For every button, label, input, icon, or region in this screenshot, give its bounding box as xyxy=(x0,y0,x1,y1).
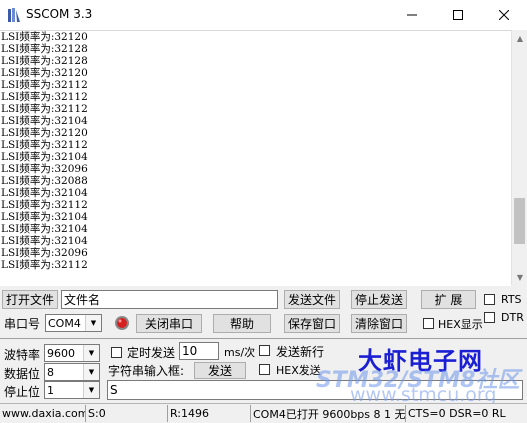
log-line: LSI频率为:32104 xyxy=(1,235,88,247)
log-line: LSI频率为:32112 xyxy=(1,259,88,271)
stop-bits-label: 停止位 xyxy=(4,384,41,399)
open-file-button[interactable]: 打开文件 xyxy=(2,290,58,309)
log-line: LSI频率为:32104 xyxy=(1,151,88,163)
minimize-icon xyxy=(407,14,417,16)
timed-send-checkbox[interactable] xyxy=(111,347,122,358)
status-modem-lines: CTS=0 DSR=0 RL xyxy=(405,405,527,422)
log-line: LSI频率为:32112 xyxy=(1,139,88,151)
port-status-led-icon xyxy=(115,316,129,330)
send-button[interactable]: 发送 xyxy=(194,362,246,379)
baud-rate-value: 9600 xyxy=(47,346,75,360)
baud-rate-label: 波特率 xyxy=(4,347,41,362)
sscom-app-icon xyxy=(8,8,20,22)
close-icon xyxy=(499,10,509,20)
clear-window-button[interactable]: 清除窗口 xyxy=(351,314,407,333)
log-line: LSI频率为:32088 xyxy=(1,175,88,187)
hex-display-label: HEX显示 xyxy=(438,318,483,331)
data-bits-value: 8 xyxy=(47,365,54,379)
maximize-button[interactable] xyxy=(435,0,481,30)
chevron-down-icon[interactable]: ▼ xyxy=(83,382,99,398)
sscom-window: SSCOM 3.3 LSI频率为:32120 LSI频率为:32128 LSI频率为… xyxy=(0,0,527,423)
maximize-icon xyxy=(453,10,463,20)
log-line: LSI频率为:32104 xyxy=(1,223,88,235)
scroll-up-icon[interactable]: ▲ xyxy=(512,30,527,46)
window-title: SSCOM 3.3 xyxy=(26,7,93,21)
log-line: LSI频率为:32112 xyxy=(1,199,88,211)
scroll-down-icon[interactable]: ▼ xyxy=(512,269,527,285)
log-line: LSI频率为:32104 xyxy=(1,187,88,199)
send-newline-checkbox[interactable] xyxy=(259,345,270,356)
title-bar[interactable]: SSCOM 3.3 xyxy=(0,0,527,30)
rts-label: RTS xyxy=(501,292,522,306)
close-button[interactable] xyxy=(481,0,527,30)
help-button[interactable]: 帮助 xyxy=(213,314,271,333)
data-bits-select[interactable]: 8 ▼ xyxy=(44,363,100,381)
stop-bits-select[interactable]: 1 ▼ xyxy=(44,381,100,399)
send-newline-label: 发送新行 xyxy=(276,344,325,359)
hex-display-checkbox[interactable] xyxy=(423,318,434,329)
stop-bits-value: 1 xyxy=(47,383,54,397)
rts-checkbox[interactable] xyxy=(484,294,495,305)
status-sent-count: S:0 xyxy=(85,405,167,422)
hex-send-label: HEX发送 xyxy=(276,364,321,377)
log-line: LSI频率为:32096 xyxy=(1,163,88,175)
baud-rate-select[interactable]: 9600 ▼ xyxy=(44,344,100,362)
timed-send-label: 定时发送 xyxy=(127,345,176,360)
close-port-button[interactable]: 关闭串口 xyxy=(136,314,202,333)
log-line: LSI频率为:32112 xyxy=(1,103,88,115)
port-value: COM4 xyxy=(48,316,81,330)
file-name-field[interactable]: 文件名 xyxy=(61,290,278,309)
status-port-info: COM4已打开 9600bps 8 1 无校验 xyxy=(250,405,405,422)
log-line: LSI频率为:32096 xyxy=(1,247,88,259)
chevron-down-icon[interactable]: ▼ xyxy=(83,364,99,380)
hex-send-checkbox[interactable] xyxy=(259,364,270,375)
port-select[interactable]: COM4 ▼ xyxy=(45,314,102,332)
log-vertical-scrollbar[interactable]: ▲ ▼ xyxy=(511,30,527,285)
status-website[interactable]: www.daxia.com xyxy=(0,405,85,422)
status-received-count: R:1496 xyxy=(167,405,250,422)
log-line: LSI频率为:32112 xyxy=(1,91,88,103)
minimize-button[interactable] xyxy=(389,0,435,30)
send-interval-input[interactable]: 10 xyxy=(179,342,219,360)
expand-button[interactable]: 扩 展 xyxy=(421,290,476,309)
chevron-down-icon[interactable]: ▼ xyxy=(83,345,99,361)
receive-text-area[interactable]: LSI频率为:32120 LSI频率为:32128 LSI频率为:32128 LSI频… xyxy=(0,30,511,286)
status-bar: www.daxia.com S:0 R:1496 COM4已打开 9600bps… xyxy=(0,403,527,423)
interval-unit-label: ms/次 xyxy=(224,346,256,359)
log-line: LSI频率为:32128 xyxy=(1,55,88,67)
stop-send-button[interactable]: 停止发送 xyxy=(351,290,407,309)
log-line: LSI频率为:32128 xyxy=(1,43,88,55)
log-line: LSI频率为:32104 xyxy=(1,115,88,127)
dtr-label: DTR xyxy=(501,310,524,324)
data-bits-label: 数据位 xyxy=(4,366,41,381)
log-line: LSI频率为:32120 xyxy=(1,127,88,139)
log-line: LSI频率为:32112 xyxy=(1,79,88,91)
chevron-down-icon[interactable]: ▼ xyxy=(85,315,101,331)
save-window-button[interactable]: 保存窗口 xyxy=(284,314,340,333)
send-file-button[interactable]: 发送文件 xyxy=(284,290,340,309)
string-input-label: 字符串输入框: xyxy=(108,363,185,378)
scrollbar-thumb[interactable] xyxy=(514,198,525,244)
dtr-checkbox[interactable] xyxy=(484,312,495,323)
log-line: LSI频率为:32120 xyxy=(1,67,88,79)
log-line: LSI频率为:32104 xyxy=(1,211,88,223)
divider xyxy=(0,338,527,339)
port-label: 串口号 xyxy=(4,316,41,331)
log-line: LSI频率为:32120 xyxy=(1,31,88,43)
